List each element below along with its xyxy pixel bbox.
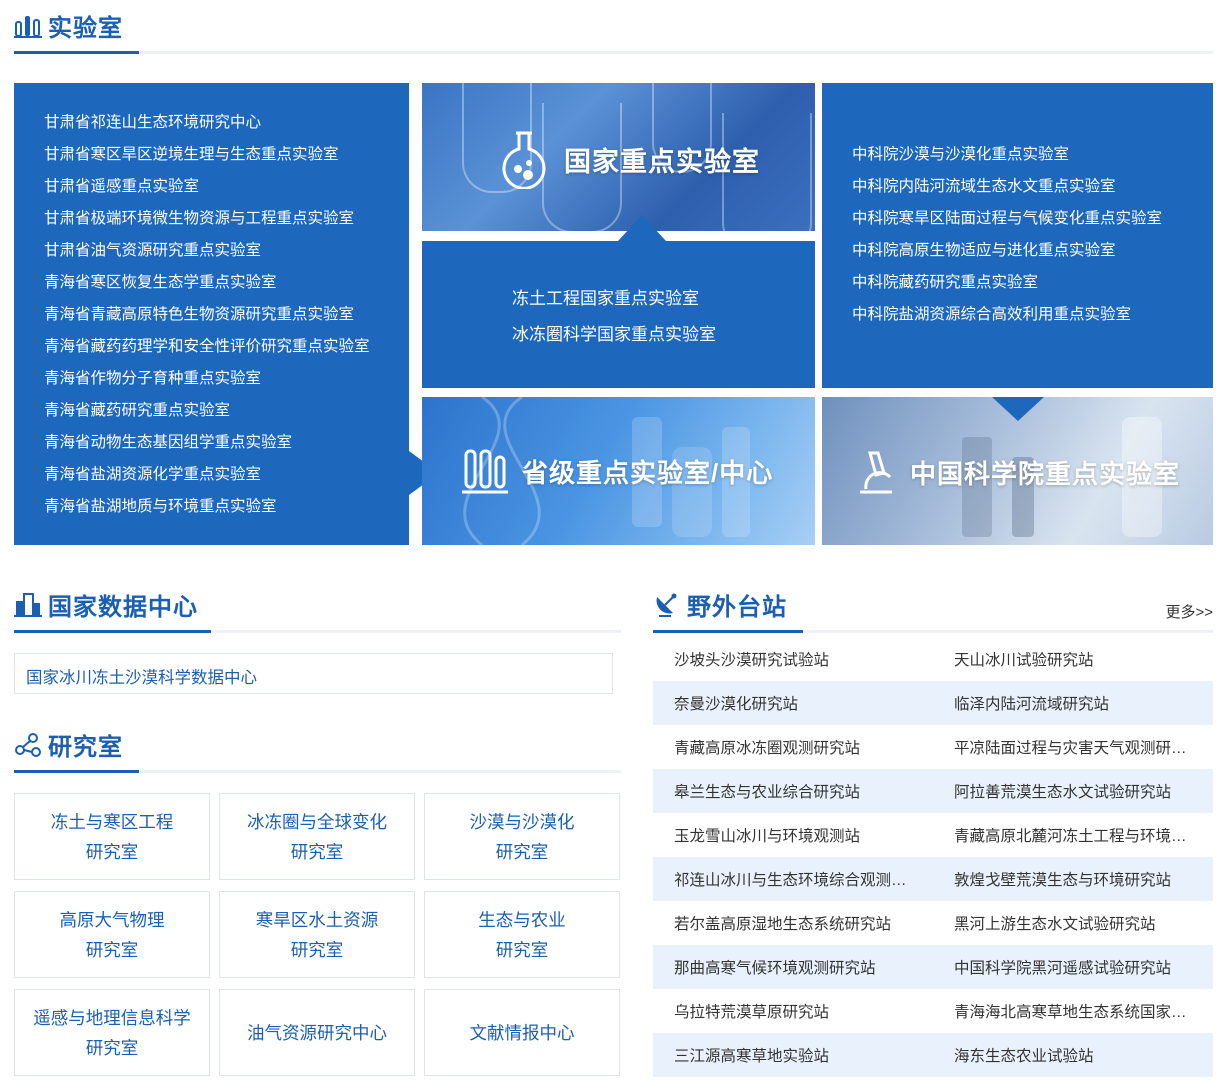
stations-heading: 野外台站 更多>>	[653, 579, 1213, 633]
labs-title: 实验室	[48, 15, 123, 42]
station-link[interactable]: 祁连山冰川与生态环境综合观测…	[653, 868, 933, 890]
data-center-heading: 国家数据中心	[14, 579, 621, 633]
station-link[interactable]: 皋兰生态与农业综合研究站	[653, 780, 933, 802]
station-row: 玉龙雪山冰川与环境观测站 青藏高原北麓河冻土工程与环境…	[653, 813, 1213, 857]
station-row: 皋兰生态与农业综合研究站 阿拉善荒漠生态水文试验研究站	[653, 769, 1213, 813]
flask-icon	[502, 131, 546, 189]
research-cell-label: 油气资源研究中心	[247, 1022, 387, 1043]
data-center-link[interactable]: 国家冰川冻土沙漠科学数据中心	[26, 664, 257, 688]
station-link[interactable]: 海东生态农业试验站	[933, 1044, 1213, 1066]
research-title: 研究室	[48, 734, 123, 761]
provincial-lab-link[interactable]: 青海省作物分子育种重点实验室	[44, 363, 409, 395]
station-row: 那曲高寒气候环境观测研究站 中国科学院黑河遥感试验研究站	[653, 945, 1213, 989]
labs-heading: 实验室	[14, 0, 1213, 54]
provincial-lab-link[interactable]: 青海省盐湖资源化学重点实验室	[44, 459, 409, 491]
national-lab-list: 冻土工程国家重点实验室 冰冻圈科学国家重点实验室	[422, 215, 815, 388]
provincial-lab-link[interactable]: 甘肃省祁连山生态环境研究中心	[44, 107, 409, 139]
cas-lab-link[interactable]: 中科院盐湖资源综合高效利用重点实验室	[852, 299, 1213, 331]
lab-tubes-icon	[14, 16, 42, 38]
station-link[interactable]: 平凉陆面过程与灾害天气观测研…	[933, 736, 1213, 758]
station-link[interactable]: 临泽内陆河流域研究站	[933, 692, 1213, 714]
national-lab-banner[interactable]: 国家重点实验室	[422, 83, 815, 231]
research-cell-label: 沙漠与沙漠化 研究室	[469, 811, 575, 862]
provincial-lab-link[interactable]: 甘肃省寒区旱区逆境生理与生态重点实验室	[44, 139, 409, 171]
research-cell[interactable]: 冻土与寒区工程 研究室	[14, 793, 210, 880]
cas-lab-link[interactable]: 中科院寒旱区陆面过程与气候变化重点实验室	[852, 203, 1213, 235]
research-cell[interactable]: 油气资源研究中心	[219, 989, 415, 1076]
research-cell[interactable]: 沙漠与沙漠化 研究室	[424, 793, 620, 880]
data-center-title: 国家数据中心	[48, 594, 198, 621]
provincial-lab-link[interactable]: 青海省藏药研究重点实验室	[44, 395, 409, 427]
provincial-lab-link[interactable]: 甘肃省油气资源研究重点实验室	[44, 235, 409, 267]
station-link[interactable]: 奈曼沙漠化研究站	[653, 692, 933, 714]
cas-lab-link[interactable]: 中科院沙漠与沙漠化重点实验室	[852, 139, 1213, 171]
data-center-item[interactable]: 国家冰川冻土沙漠科学数据中心	[14, 653, 613, 694]
arrow-pointer	[992, 397, 1044, 421]
provincial-lab-link[interactable]: 青海省藏药药理学和安全性评价研究重点实验室	[44, 331, 409, 363]
research-cell-label: 生态与农业 研究室	[478, 909, 566, 960]
station-row: 三江源高寒草地实验站 海东生态农业试验站	[653, 1033, 1213, 1077]
building-icon	[14, 593, 42, 617]
station-link[interactable]: 玉龙雪山冰川与环境观测站	[653, 824, 933, 846]
research-cell[interactable]: 寒旱区水土资源 研究室	[219, 891, 415, 978]
molecule-icon	[15, 733, 41, 757]
provincial-lab-banner[interactable]: 省级重点实验室/中心	[422, 397, 815, 545]
research-grid: 冻土与寒区工程 研究室 冰冻圈与全球变化 研究室 沙漠与沙漠化 研究室高原大气物理 …	[14, 793, 621, 1081]
satellite-dish-icon	[656, 593, 677, 617]
station-link[interactable]: 乌拉特荒漠草原研究站	[653, 1000, 933, 1022]
provincial-lab-title: 省级重点实验室/中心	[522, 457, 774, 488]
research-cell[interactable]: 文献情报中心	[424, 989, 620, 1076]
station-row: 沙坡头沙漠研究试验站 天山冰川试验研究站	[653, 637, 1213, 681]
station-link[interactable]: 青藏高原冰冻圈观测研究站	[653, 736, 933, 758]
national-lab-link[interactable]: 冻土工程国家重点实验室	[512, 281, 815, 317]
research-cell-label: 寒旱区水土资源 研究室	[255, 909, 379, 960]
station-link[interactable]: 青海海北高寒草地生态系统国家…	[933, 1000, 1213, 1022]
research-cell-label: 文献情报中心	[469, 1022, 575, 1043]
station-link[interactable]: 黑河上游生态水文试验研究站	[933, 912, 1213, 934]
station-link[interactable]: 沙坡头沙漠研究试验站	[653, 648, 933, 670]
test-tubes-icon	[462, 449, 508, 494]
provincial-lab-list: 甘肃省祁连山生态环境研究中心 甘肃省寒区旱区逆境生理与生态重点实验室 甘肃省遥感重点…	[14, 83, 439, 545]
research-cell[interactable]: 冰冻圈与全球变化 研究室	[219, 793, 415, 880]
research-cell[interactable]: 高原大气物理 研究室	[14, 891, 210, 978]
station-link[interactable]: 阿拉善荒漠生态水文试验研究站	[933, 780, 1213, 802]
provincial-lab-link[interactable]: 甘肃省遥感重点实验室	[44, 171, 409, 203]
more-link[interactable]: 更多>>	[1165, 601, 1213, 622]
provincial-lab-link[interactable]: 青海省青藏高原特色生物资源研究重点实验室	[44, 299, 409, 331]
research-cell-label: 冻土与寒区工程 研究室	[50, 811, 174, 862]
stations-table: 沙坡头沙漠研究试验站 天山冰川试验研究站 奈曼沙漠化研究站 临泽内陆河流域研究站 青藏高…	[653, 637, 1213, 1077]
station-link[interactable]: 天山冰川试验研究站	[933, 648, 1213, 670]
station-link[interactable]: 中国科学院黑河遥感试验研究站	[933, 956, 1213, 978]
stations-title: 野外台站	[687, 594, 787, 621]
station-link[interactable]: 三江源高寒草地实验站	[653, 1044, 933, 1066]
research-cell[interactable]: 生态与农业 研究室	[424, 891, 620, 978]
provincial-lab-link[interactable]: 青海省寒区恢复生态学重点实验室	[44, 267, 409, 299]
station-row: 青藏高原冰冻圈观测研究站 平凉陆面过程与灾害天气观测研…	[653, 725, 1213, 769]
station-link[interactable]: 若尔盖高原湿地生态系统研究站	[653, 912, 933, 934]
cas-lab-link[interactable]: 中科院藏药研究重点实验室	[852, 267, 1213, 299]
cas-lab-banner[interactable]: 中国科学院重点实验室	[822, 397, 1213, 545]
station-link[interactable]: 敦煌戈壁荒漠生态与环境研究站	[933, 868, 1213, 890]
provincial-lab-link[interactable]: 青海省动物生态基因组学重点实验室	[44, 427, 409, 459]
station-row: 奈曼沙漠化研究站 临泽内陆河流域研究站	[653, 681, 1213, 725]
research-cell-label: 遥感与地理信息科学 研究室	[33, 1007, 191, 1058]
station-link[interactable]: 青藏高原北麓河冻土工程与环境…	[933, 824, 1213, 846]
provincial-lab-link[interactable]: 甘肃省极端环境微生物资源与工程重点实验室	[44, 203, 409, 235]
station-row: 乌拉特荒漠草原研究站 青海海北高寒草地生态系统国家…	[653, 989, 1213, 1033]
national-lab-link[interactable]: 冰冻圈科学国家重点实验室	[512, 317, 815, 353]
research-cell[interactable]: 遥感与地理信息科学 研究室	[14, 989, 210, 1076]
cas-lab-link[interactable]: 中科院高原生物适应与进化重点实验室	[852, 235, 1213, 267]
research-cell-label: 高原大气物理 研究室	[59, 909, 165, 960]
microscope-icon	[860, 451, 892, 494]
cas-lab-title: 中国科学院重点实验室	[910, 458, 1181, 489]
provincial-lab-link[interactable]: 青海省盐湖地质与环境重点实验室	[44, 491, 409, 523]
national-lab-title: 国家重点实验室	[564, 146, 760, 177]
cas-lab-list: 中科院沙漠与沙漠化重点实验室 中科院内陆河流域生态水文重点实验室 中科院寒旱区陆面过…	[822, 83, 1213, 388]
cas-lab-link[interactable]: 中科院内陆河流域生态水文重点实验室	[852, 171, 1213, 203]
station-row: 祁连山冰川与生态环境综合观测… 敦煌戈壁荒漠生态与环境研究站	[653, 857, 1213, 901]
station-row: 若尔盖高原湿地生态系统研究站 黑河上游生态水文试验研究站	[653, 901, 1213, 945]
station-link[interactable]: 那曲高寒气候环境观测研究站	[653, 956, 933, 978]
research-cell-label: 冰冻圈与全球变化 研究室	[247, 811, 387, 862]
research-heading: 研究室	[14, 719, 621, 773]
